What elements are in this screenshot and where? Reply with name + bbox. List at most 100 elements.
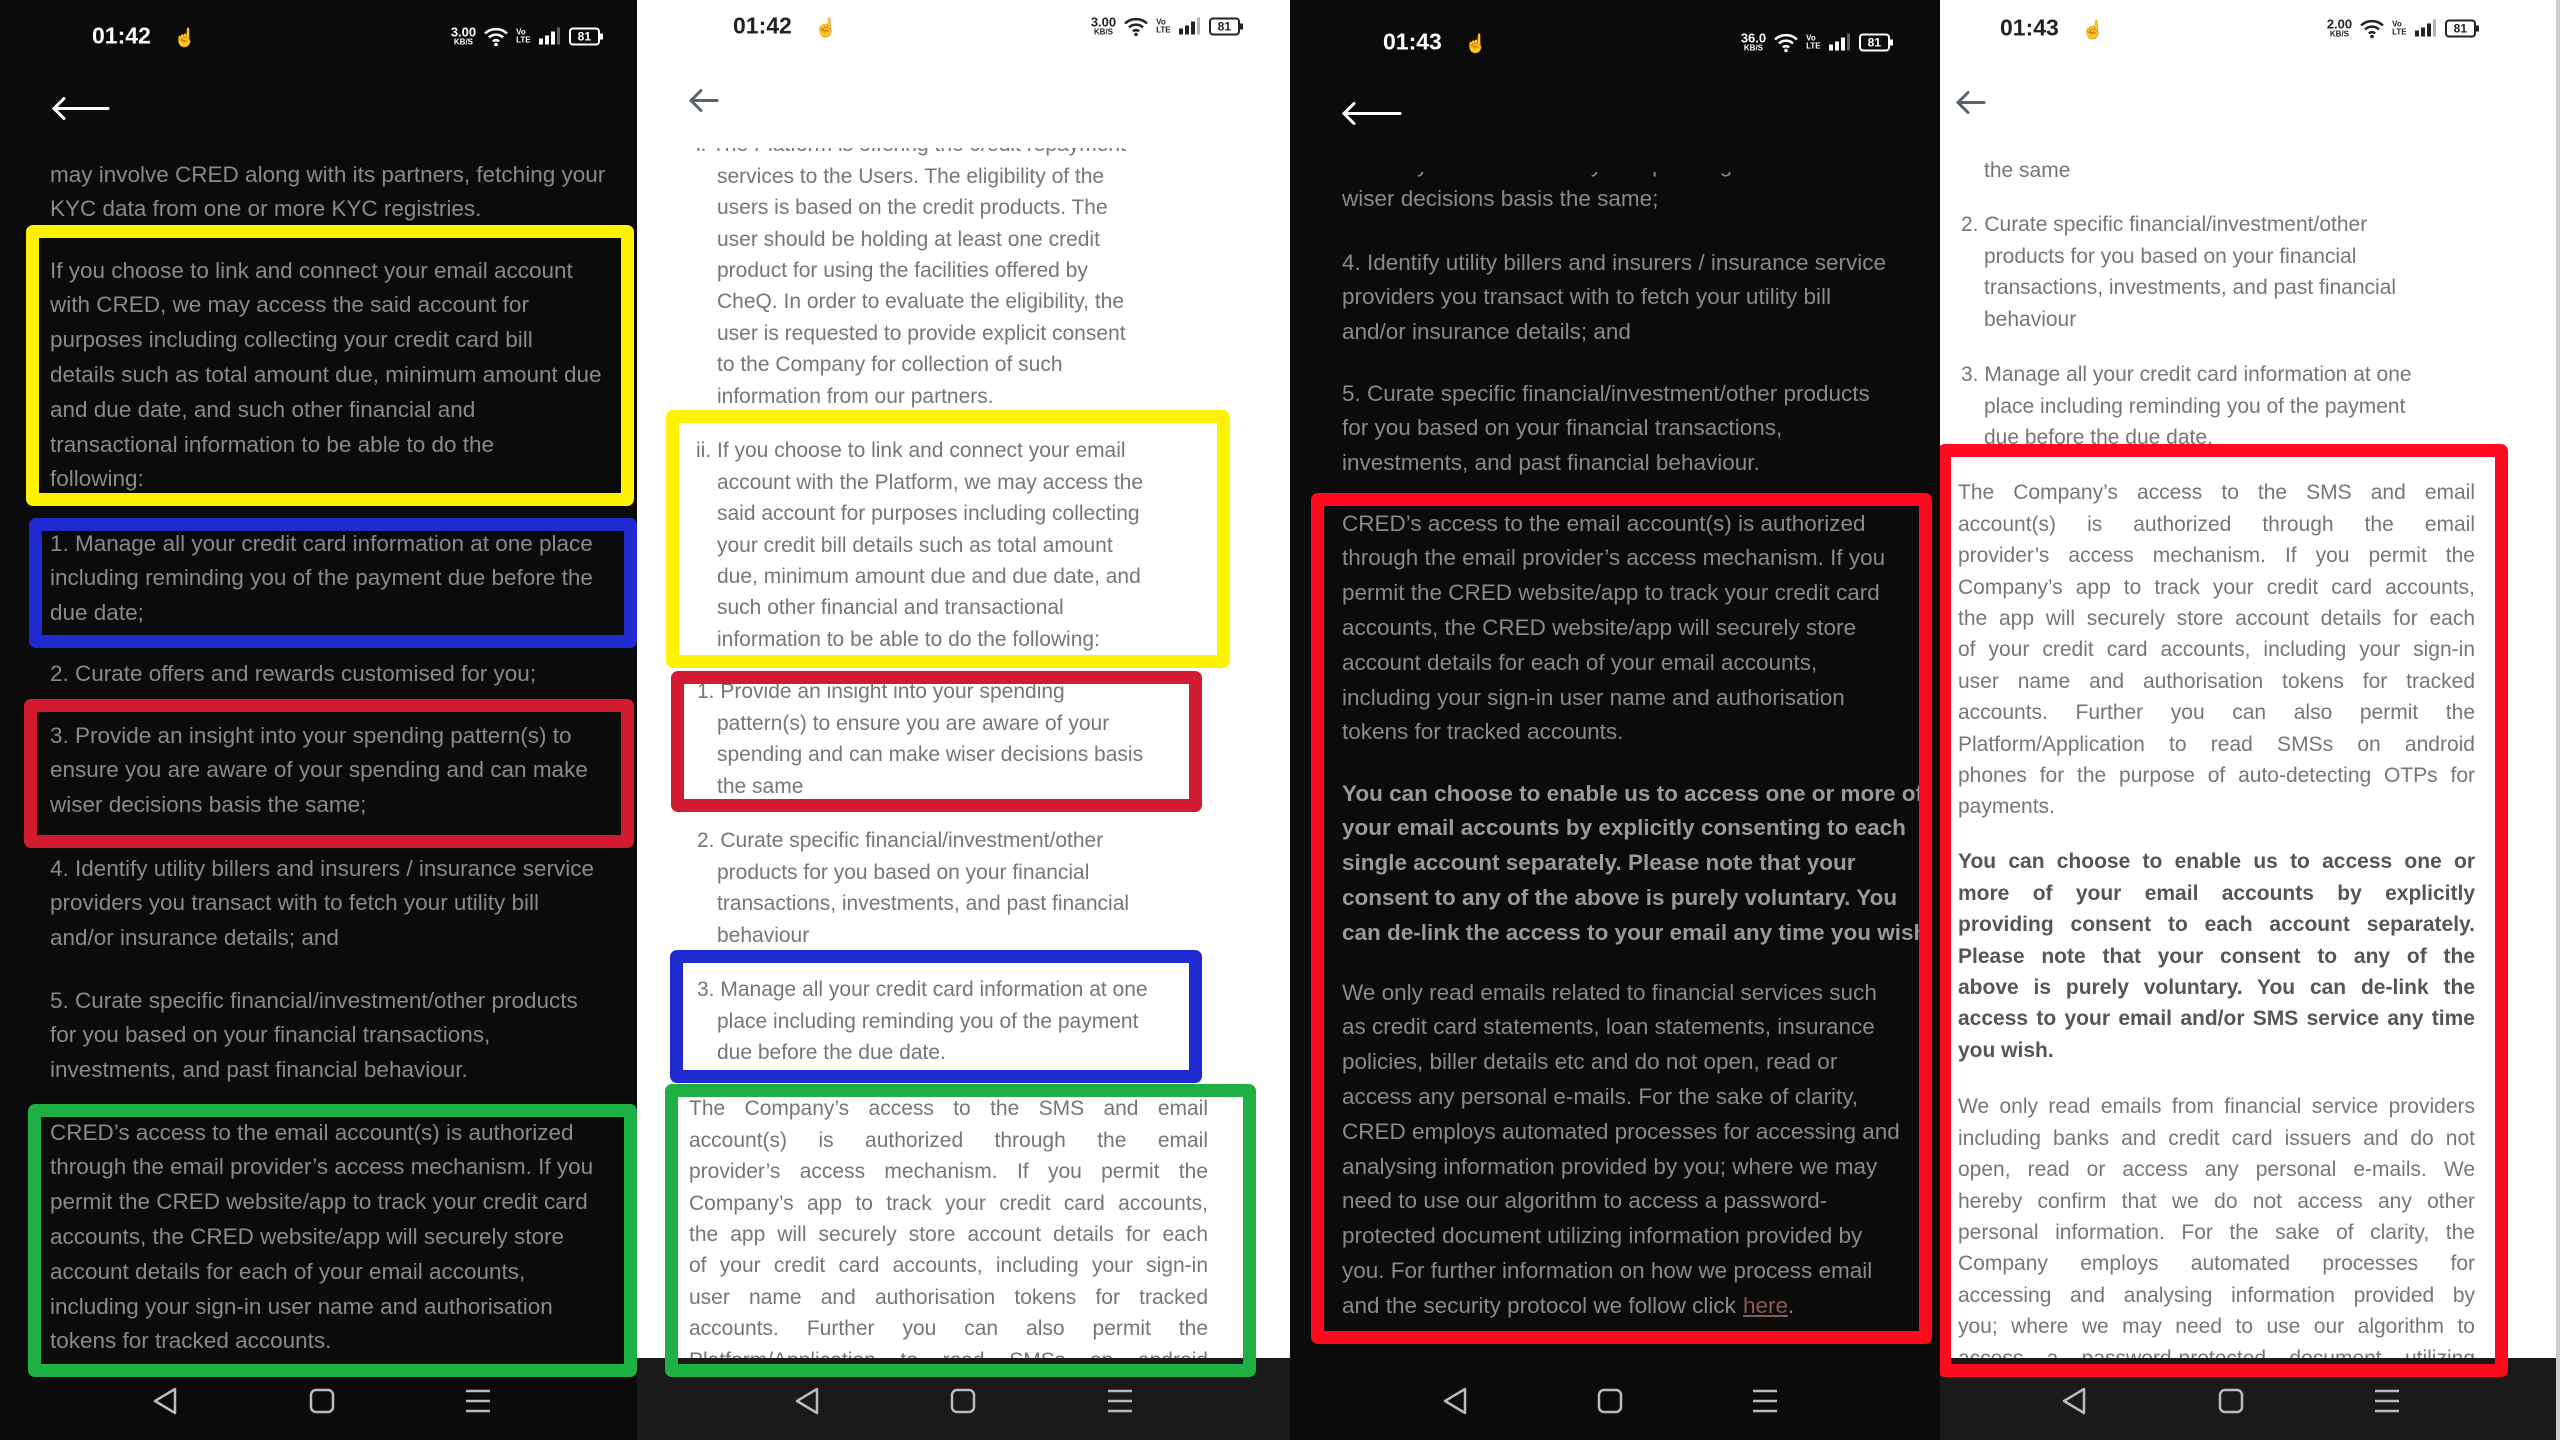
text-line: 5. Curate specific financial/investment/… bbox=[1342, 377, 1870, 412]
text-line: and due date, and such other financial a… bbox=[50, 393, 475, 428]
back-button[interactable] bbox=[1341, 101, 1404, 132]
text-line-content: You can choose to enable us to access on… bbox=[1958, 850, 2475, 874]
text-line-content: 5. Curate specific financial/investment/… bbox=[50, 987, 578, 1013]
text-line-content: transactions, investments, and past fina… bbox=[717, 892, 1130, 916]
text-line: due before the due date. bbox=[717, 1037, 946, 1068]
square-home-icon[interactable] bbox=[950, 1386, 976, 1416]
text-line-content: the same bbox=[717, 774, 804, 798]
status-time: 01:43 ☝ bbox=[1383, 29, 1487, 56]
text-line-content: details such as total amount due, minimu… bbox=[50, 362, 602, 387]
back-button[interactable] bbox=[51, 96, 112, 127]
square-home-icon[interactable] bbox=[309, 1386, 335, 1416]
text-line-content: spending and can make wiser decisions ba… bbox=[717, 743, 1144, 767]
text-line: need to use our algorithm to access a pa… bbox=[1342, 1184, 1827, 1219]
text-line-content: services to the Users. The eligibility o… bbox=[717, 164, 1105, 188]
text-line-content: access to your email and/or SMS service … bbox=[1958, 1007, 2475, 1031]
triangle-back-icon[interactable] bbox=[151, 1386, 179, 1416]
menu-lines-icon[interactable] bbox=[1751, 1386, 1779, 1416]
text-line: and/or insurance details; and bbox=[50, 921, 339, 956]
text-line-content: 4. Identify utility billers and insurers… bbox=[50, 855, 594, 881]
square-home-icon[interactable] bbox=[1597, 1386, 1623, 1416]
text-line-content: information to be able to do the followi… bbox=[717, 627, 1100, 651]
text-line: ensure you are aware of your spending an… bbox=[50, 753, 588, 788]
volte-indicator: Vo LTE bbox=[1156, 18, 1171, 34]
text-line-content: phones for the purpose of auto-detecting… bbox=[1958, 763, 2475, 787]
text-line: KYC data from one or more KYC registries… bbox=[50, 192, 481, 227]
triangle-back-icon[interactable] bbox=[2060, 1386, 2088, 1416]
wifi-icon bbox=[484, 27, 508, 46]
text-line: 2. Curate specific financial/investment/… bbox=[697, 825, 1103, 856]
text-line-content: the app will securely store account deta… bbox=[689, 1222, 1208, 1246]
battery-icon: 81 bbox=[1858, 33, 1894, 51]
back-button[interactable] bbox=[1955, 90, 1988, 121]
signal-bars-icon bbox=[1178, 17, 1200, 34]
text-line: accounts. Further you can also permit th… bbox=[689, 1313, 1208, 1344]
text-line-content: products for you based on your financial bbox=[717, 860, 1090, 884]
volte-indicator: Vo LTE bbox=[516, 28, 531, 44]
text-line-content: and the security protocol we follow clic… bbox=[1342, 1292, 1736, 1318]
text-line-content: purposes including collecting your credi… bbox=[50, 327, 533, 353]
text-line-content: CRED employs automated processes for acc… bbox=[1342, 1118, 1900, 1144]
text-line-content: the same bbox=[1984, 159, 2071, 183]
time-text: 01:43 bbox=[2000, 14, 2059, 41]
text-line: investments, and past financial behaviou… bbox=[50, 1053, 468, 1088]
text-line-content: account details for each of your email a… bbox=[50, 1258, 526, 1284]
text-line: We only read emails from financial servi… bbox=[1958, 1091, 2475, 1122]
text-line-content: providers you transact with to fetch you… bbox=[1342, 284, 1831, 310]
menu-lines-icon[interactable] bbox=[1106, 1386, 1134, 1416]
text-line-content: policies, biller details etc and do not … bbox=[1342, 1049, 1838, 1075]
text-line-content: account details for each of your email a… bbox=[1342, 649, 1818, 675]
status-header: 01:42 ☝ 3.00 KB/S Vo LTE 81 bbox=[0, 0, 637, 150]
time-text: 01:42 bbox=[92, 22, 151, 49]
text-line: provider’s access mechanism. If you perm… bbox=[1958, 540, 2475, 571]
text-line: investments, and past financial behaviou… bbox=[1342, 446, 1760, 481]
text-line: and/or insurance details; and bbox=[1342, 315, 1631, 350]
text-line-content: wiser decisions basis the same; bbox=[50, 792, 367, 818]
text-line-content: consent to any of the above is purely vo… bbox=[1342, 885, 1898, 910]
status-icons: 2.00 KB/S Vo LTE 81 bbox=[2327, 18, 2480, 39]
text-line-content: you wish. bbox=[1958, 1038, 2054, 1062]
text-line-content: behaviour bbox=[717, 923, 810, 947]
text-line: transactions, investments, and past fina… bbox=[1984, 272, 2396, 303]
text-line: product for using the facilities offered… bbox=[717, 255, 1088, 286]
text-line: accounts, the CRED website/app will secu… bbox=[50, 1220, 564, 1255]
text-line: transactions, investments, and past fina… bbox=[717, 888, 1129, 919]
triangle-back-icon[interactable] bbox=[1441, 1386, 1469, 1416]
text-line-content: need to use our algorithm to access a pa… bbox=[1342, 1188, 1828, 1214]
time-text: 01:43 bbox=[1383, 28, 1442, 55]
menu-lines-icon[interactable] bbox=[2373, 1386, 2401, 1416]
text-line-content: 5. Curate specific financial/investment/… bbox=[1342, 380, 1870, 406]
text-line-content: through the email provider’s access mech… bbox=[1342, 545, 1886, 571]
signal-bars-icon bbox=[1828, 33, 1850, 50]
text-line-content: to the Company for collection of such bbox=[717, 353, 1063, 377]
text-line-content: transactions, investments, and past fina… bbox=[1984, 276, 2397, 300]
text-line: including your sign-in user name and aut… bbox=[1342, 681, 1845, 716]
system-nav-bar bbox=[1940, 1358, 2556, 1440]
arrow-left-icon bbox=[1955, 91, 1986, 114]
time-text: 01:42 bbox=[733, 12, 792, 39]
text-line: Company employs automated processes for bbox=[1958, 1248, 2475, 1279]
back-button[interactable] bbox=[688, 88, 721, 119]
text-line: said account for purposes including coll… bbox=[717, 498, 1140, 529]
text-line-content: the app will securely store account deta… bbox=[1958, 606, 2475, 630]
text-line-content: accessing and analysing information prov… bbox=[1958, 1283, 2475, 1307]
screenshot-panel-1: may involve CRED along with its partners… bbox=[0, 0, 637, 1440]
triangle-back-icon[interactable] bbox=[793, 1386, 821, 1416]
network-speed: 2.00 KB/S bbox=[2327, 18, 2352, 39]
text-line-content: 3. Manage all your credit card informati… bbox=[697, 978, 1148, 1002]
menu-lines-icon[interactable] bbox=[464, 1386, 492, 1416]
here-link[interactable]: here bbox=[1743, 1289, 1788, 1324]
square-home-icon[interactable] bbox=[2218, 1386, 2244, 1416]
text-line-content: If you choose to link and connect your e… bbox=[50, 257, 573, 283]
text-line: your credit bill details such as total a… bbox=[717, 530, 1113, 561]
text-line-content: Company employs automated processes for bbox=[1958, 1252, 2475, 1276]
text-line: user name and authorisation tokens for t… bbox=[689, 1282, 1208, 1313]
text-line: CRED’s access to the email account(s) is… bbox=[1342, 507, 1866, 542]
text-line: account with the Platform, we may access… bbox=[717, 467, 1143, 498]
text-line-content: CRED’s access to the email account(s) is… bbox=[1342, 510, 1866, 536]
text-line-content: account with the Platform, we may access… bbox=[717, 470, 1144, 494]
battery-icon: 81 bbox=[568, 27, 604, 45]
text-line: wiser decisions basis the same; bbox=[50, 788, 366, 823]
text-line-content: permit the CRED website/app to track you… bbox=[50, 1189, 588, 1215]
text-line-content: providers you transact with to fetch you… bbox=[50, 890, 539, 916]
